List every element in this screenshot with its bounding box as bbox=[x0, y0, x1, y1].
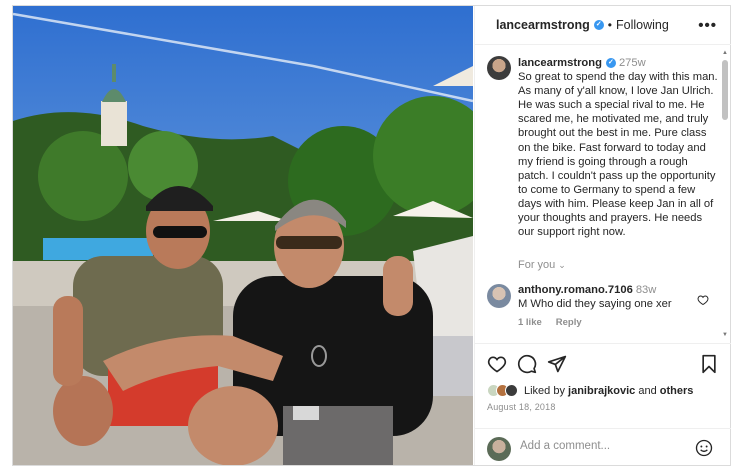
commenter-avatar[interactable] bbox=[487, 284, 511, 308]
share-icon[interactable] bbox=[547, 354, 567, 374]
likes-middle: and bbox=[635, 384, 660, 397]
comments-section[interactable]: lancearmstrong ✓ 275w So great to spend th… bbox=[475, 46, 731, 342]
likes-others-link[interactable]: others bbox=[660, 385, 694, 397]
author-username[interactable]: lancearmstrong bbox=[496, 18, 590, 32]
comment-icon[interactable] bbox=[517, 354, 537, 374]
comment-likes[interactable]: 1 like bbox=[518, 317, 542, 328]
post-modal: lancearmstrong ✓ • Following ••• lancear… bbox=[12, 5, 731, 466]
liker-avatar bbox=[505, 384, 518, 397]
comment-meta: 1 like Reply bbox=[518, 317, 596, 328]
comment-item: anthony.romano.7106 83w M Who did they sa… bbox=[518, 283, 698, 311]
verified-icon: ✓ bbox=[605, 58, 616, 69]
current-user-avatar bbox=[487, 437, 511, 461]
post-date[interactable]: August 18, 2018 bbox=[487, 402, 556, 412]
bookmark-icon[interactable] bbox=[699, 354, 719, 374]
post-caption: lancearmstrong ✓ 275w So great to spend th… bbox=[518, 56, 718, 239]
scroll-thumb[interactable] bbox=[722, 60, 728, 120]
caption-text: So great to spend the day with this man.… bbox=[518, 71, 718, 239]
reply-button[interactable]: Reply bbox=[556, 317, 582, 328]
separator-dot: • bbox=[607, 18, 612, 32]
scroll-up-icon[interactable]: ▲ bbox=[722, 50, 728, 56]
author-avatar[interactable] bbox=[487, 56, 511, 80]
more-icon[interactable]: ••• bbox=[698, 17, 717, 34]
scroll-down-icon[interactable]: ▼ bbox=[722, 332, 728, 338]
comment-username[interactable]: anthony.romano.7106 bbox=[518, 284, 633, 296]
post-photo[interactable] bbox=[13, 6, 473, 465]
comment-time[interactable]: 83w bbox=[636, 284, 657, 296]
likes-text: Liked by janibrajkovic and others bbox=[524, 385, 693, 397]
liker-username[interactable]: janibrajkovic bbox=[568, 385, 635, 397]
likes-prefix: Liked by bbox=[524, 384, 569, 397]
for-you-label: For you bbox=[518, 259, 556, 271]
add-comment-input[interactable] bbox=[520, 440, 690, 452]
post-sidebar: lancearmstrong ✓ • Following ••• lancear… bbox=[474, 6, 731, 465]
likes-summary: Liked by janibrajkovic and others bbox=[487, 384, 693, 397]
post-header: lancearmstrong ✓ • Following ••• bbox=[475, 6, 731, 45]
comment-text: M Who did they saying one xer bbox=[518, 298, 672, 310]
heart-icon[interactable] bbox=[487, 354, 507, 374]
add-comment-bar bbox=[475, 428, 731, 466]
emoji-icon[interactable] bbox=[695, 439, 713, 457]
photo-illustration bbox=[13, 6, 473, 465]
caption-username[interactable]: lancearmstrong bbox=[518, 57, 602, 69]
comments-scrollbar[interactable]: ▲ ▼ bbox=[722, 50, 728, 338]
caption-time[interactable]: 275w bbox=[619, 57, 646, 69]
comment-heart-icon[interactable] bbox=[697, 294, 709, 306]
verified-icon: ✓ bbox=[593, 20, 604, 30]
for-you-toggle[interactable]: For you ⌄ bbox=[518, 259, 566, 271]
following-button[interactable]: Following bbox=[616, 18, 669, 32]
chevron-down-icon: ⌄ bbox=[558, 260, 566, 270]
post-actions: Liked by janibrajkovic and others August… bbox=[475, 343, 731, 465]
